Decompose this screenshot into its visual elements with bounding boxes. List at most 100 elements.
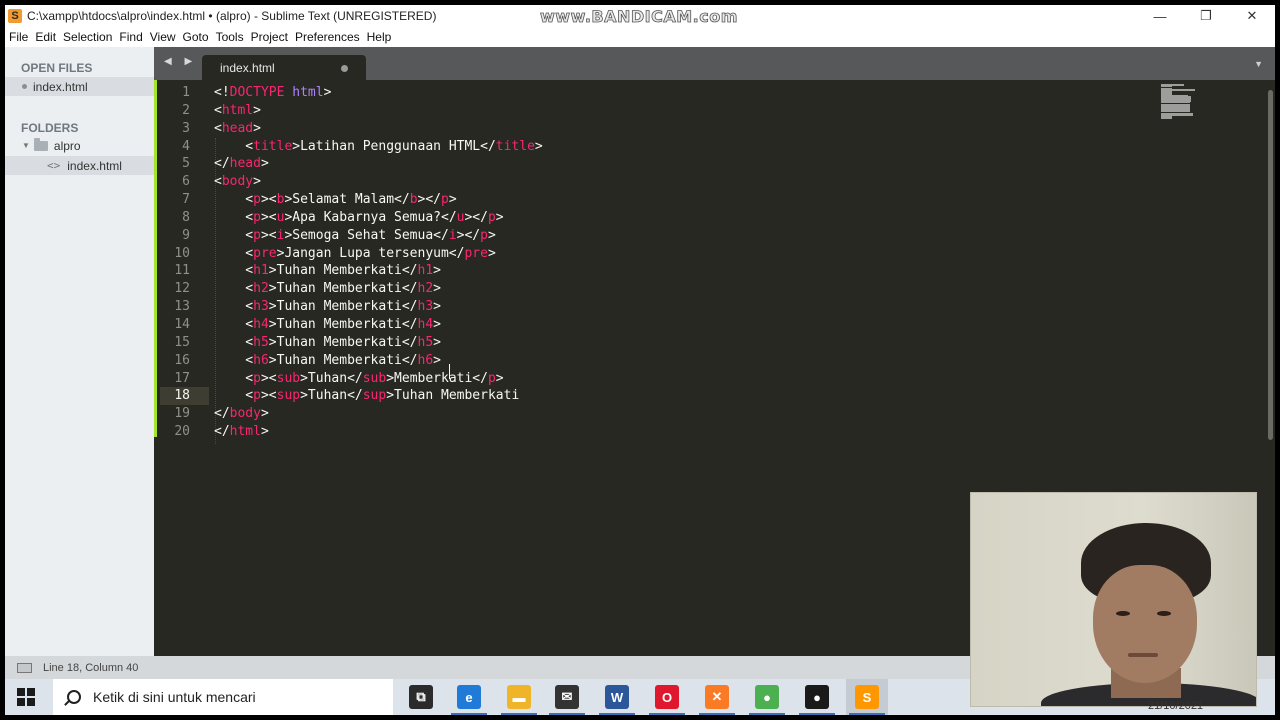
taskbar-search[interactable]: Ketik di sini untuk mencari [53, 679, 393, 715]
code-token: < [214, 316, 254, 332]
open-file-label: index.html [33, 79, 88, 94]
folder-expand-icon[interactable]: ▼ [22, 141, 30, 150]
code-token: < [214, 352, 254, 368]
running-indicator [799, 713, 835, 715]
tab-nav-arrows-icon[interactable]: ◀ ▶ [164, 56, 197, 67]
code-line[interactable]: <h2>Tuhan Memberkati</h2> [214, 280, 543, 298]
word-icon[interactable]: W [605, 685, 629, 709]
panel-toggle-icon[interactable] [17, 662, 32, 673]
windows-start-icon[interactable] [17, 688, 35, 706]
menu-edit[interactable]: Edit [35, 30, 56, 44]
line-number: 17 [174, 370, 190, 386]
code-token: i [448, 227, 457, 243]
folder-item-alpro[interactable]: ▼ alpro [5, 136, 154, 155]
chrome-icon[interactable]: ● [755, 685, 779, 709]
window-title: C:\xampp\htdocs\alpro\index.html • (alpr… [27, 9, 437, 23]
code-token: ></ [464, 209, 488, 225]
code-line[interactable]: <body> [214, 173, 543, 191]
code-line[interactable]: <h3>Tuhan Memberkati</h3> [214, 298, 543, 316]
restore-button[interactable]: ❐ [1183, 5, 1229, 27]
menu-tools[interactable]: Tools [216, 30, 244, 44]
code-token: html [292, 85, 324, 100]
code-line[interactable]: <h6>Tuhan Memberkati</h6> [214, 352, 543, 370]
code-line[interactable]: <p><sup>Tuhan</sup>Tuhan Memberkati [214, 387, 543, 405]
bandicam-icon[interactable]: ● [805, 685, 829, 709]
code-token: ></ [417, 192, 441, 208]
code-token: > [487, 245, 496, 261]
code-token: > [260, 406, 269, 422]
code-token: h3 [253, 299, 269, 315]
code-line[interactable]: <!DOCTYPE html> [214, 84, 543, 102]
open-file-item[interactable]: index.html [5, 77, 154, 96]
code-line[interactable]: </html> [214, 423, 543, 441]
code-token: title [495, 138, 535, 154]
menu-help[interactable]: Help [367, 30, 392, 44]
line-number-gutter: 1 2 3 4 5 6 7 8 9 10 11 12 13 14 15 16 17 18 19 20 [154, 84, 190, 441]
code-token: < [214, 245, 254, 261]
modified-dot-icon[interactable] [341, 65, 348, 72]
file-explorer-icon[interactable]: ▬ [507, 685, 531, 709]
code-token: head [229, 156, 261, 172]
code-line[interactable]: <p><b>Selamat Malam</b></p> [214, 191, 543, 209]
code-token: p [253, 388, 261, 404]
code-line[interactable]: <h1>Tuhan Memberkati</h1> [214, 262, 543, 280]
code-token: >Semoga Sehat Semua</ [284, 227, 449, 243]
code-token: </ [214, 406, 230, 422]
line-number: 12 [174, 281, 190, 297]
running-indicator [501, 713, 537, 715]
xampp-icon[interactable]: ✕ [705, 685, 729, 709]
code-token: <! [214, 85, 230, 100]
mail-icon[interactable]: ✉ [555, 685, 579, 709]
code-token: < [214, 299, 254, 315]
code-line[interactable]: <title>Latihan Penggunaan HTML</title> [214, 138, 542, 156]
running-indicator [549, 713, 585, 715]
menu-project[interactable]: Project [251, 30, 288, 44]
minimap[interactable] [1161, 84, 1199, 120]
taskbar-clock-date[interactable]: 21/10/2021 [1148, 700, 1203, 712]
tab-menu-chevron-icon[interactable]: ▼ [1254, 59, 1263, 69]
menu-find[interactable]: Find [119, 30, 142, 44]
task-view-icon[interactable]: ⧉ [409, 685, 433, 709]
code-token: >< [260, 388, 277, 404]
code-line[interactable]: <p><i>Semoga Sehat Semua</i></p> [214, 227, 543, 245]
menu-goto[interactable]: Goto [183, 30, 209, 44]
menu-selection[interactable]: Selection [63, 30, 112, 44]
menu-view[interactable]: View [150, 30, 176, 44]
code-line[interactable]: <html> [214, 102, 543, 120]
code-token: p [480, 227, 488, 243]
running-indicator [451, 713, 487, 715]
code-token: </ [214, 424, 230, 440]
tab-index-html[interactable]: index.html [202, 55, 366, 80]
vertical-scrollbar[interactable] [1268, 90, 1273, 440]
code-line[interactable]: </body> [214, 405, 543, 423]
opera-icon[interactable]: O [655, 685, 679, 709]
code-token: title [253, 138, 293, 154]
code-line[interactable]: <h4>Tuhan Memberkati</h4> [214, 316, 543, 334]
code-line[interactable]: </head> [214, 155, 543, 173]
code-token: sub [276, 370, 301, 386]
close-button[interactable]: ✕ [1229, 5, 1275, 27]
webcam-overlay [970, 492, 1257, 707]
sublime-text-icon[interactable]: S [855, 685, 879, 709]
code-token: h3 [417, 299, 434, 315]
running-indicator [699, 713, 735, 715]
folder-file-item[interactable]: <> index.html [5, 156, 154, 175]
menu-preferences[interactable]: Preferences [295, 30, 360, 44]
menu-file[interactable]: File [9, 30, 28, 44]
code-line[interactable]: <p><sub>Tuhan</sub>Memberkati</p> [214, 370, 543, 388]
code-token: p [253, 370, 261, 386]
code-line[interactable]: <pre>Jangan Lupa tersenyum</pre> [214, 245, 543, 263]
minimize-button[interactable]: — [1137, 5, 1183, 27]
code-line[interactable]: <p><u>Apa Kabarnya Semua?</u></p> [214, 209, 543, 227]
code-token: >Tuhan Memberkati</ [268, 352, 418, 368]
code-token: >Tuhan Memberkati</ [268, 316, 418, 332]
code-line[interactable]: <h5>Tuhan Memberkati</h5> [214, 334, 543, 352]
menu-bar: File Edit Selection Find View Goto Tools… [5, 27, 1275, 47]
code-content[interactable]: <!DOCTYPE html> <html> <head> <title>Latih… [214, 84, 543, 441]
code-line[interactable]: <head> [214, 120, 543, 138]
edge-icon[interactable]: e [457, 685, 481, 709]
window-controls: — ❐ ✕ [1137, 5, 1275, 27]
code-token: > [253, 102, 261, 118]
code-token: h5 [417, 334, 434, 350]
code-token: >Tuhan Memberkati</ [268, 281, 418, 297]
